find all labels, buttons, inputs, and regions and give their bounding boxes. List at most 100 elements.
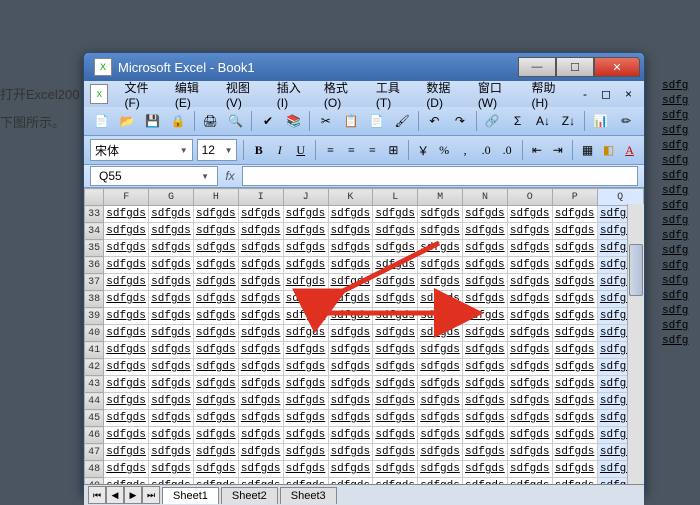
cell[interactable]: sdfgds: [463, 410, 508, 427]
cell[interactable]: sdfgds: [463, 461, 508, 478]
cell[interactable]: sdfgds: [104, 393, 149, 410]
cell[interactable]: sdfgds: [552, 274, 597, 291]
cell[interactable]: sdfgds: [283, 461, 328, 478]
cell[interactable]: sdfgds: [418, 359, 463, 376]
row-header[interactable]: 39: [85, 308, 104, 325]
column-header[interactable]: I: [238, 189, 283, 206]
row-header[interactable]: 45: [85, 410, 104, 427]
cell[interactable]: sdfgds: [328, 478, 373, 485]
vertical-scrollbar[interactable]: [627, 204, 644, 484]
column-header[interactable]: F: [104, 189, 149, 206]
cell[interactable]: sdfgds: [193, 240, 238, 257]
cell[interactable]: sdfgds: [104, 359, 149, 376]
cell[interactable]: sdfgds: [328, 393, 373, 410]
cell[interactable]: sdfgds: [507, 274, 552, 291]
decrease-decimal-button[interactable]: .0: [499, 139, 516, 161]
cell[interactable]: sdfgds: [104, 376, 149, 393]
row-header[interactable]: 37: [85, 274, 104, 291]
cell[interactable]: sdfgds: [193, 308, 238, 325]
sheet-tab[interactable]: Sheet1: [162, 487, 219, 504]
cell[interactable]: sdfgds: [463, 257, 508, 274]
row-header[interactable]: 40: [85, 325, 104, 342]
format-painter-icon[interactable]: 🖌: [390, 109, 413, 133]
cell[interactable]: sdfgds: [463, 291, 508, 308]
cell[interactable]: sdfgds: [373, 257, 418, 274]
cell[interactable]: sdfgds: [149, 376, 194, 393]
tab-nav-last[interactable]: ⏭: [142, 486, 160, 504]
merge-button[interactable]: ⊞: [385, 139, 402, 161]
row-header[interactable]: 34: [85, 223, 104, 240]
cell[interactable]: sdfgds: [238, 308, 283, 325]
cell[interactable]: sdfgds: [193, 359, 238, 376]
column-header[interactable]: Q: [597, 189, 643, 206]
cell[interactable]: sdfgds: [552, 478, 597, 485]
column-header[interactable]: G: [149, 189, 194, 206]
italic-button[interactable]: I: [271, 139, 288, 161]
cell[interactable]: sdfgds: [507, 478, 552, 485]
cell[interactable]: sdfgds: [328, 410, 373, 427]
copy-icon[interactable]: 📋: [340, 109, 363, 133]
cell[interactable]: sdfgds: [149, 206, 194, 223]
cell[interactable]: sdfgds: [463, 444, 508, 461]
cell[interactable]: sdfgds: [507, 444, 552, 461]
cell[interactable]: sdfgds: [238, 444, 283, 461]
cell[interactable]: sdfgds: [373, 376, 418, 393]
cell[interactable]: sdfgds: [552, 376, 597, 393]
research-icon[interactable]: 📚: [282, 109, 305, 133]
column-header[interactable]: M: [418, 189, 463, 206]
scroll-thumb[interactable]: [629, 244, 643, 296]
menu-tools[interactable]: 工具(T): [368, 77, 416, 112]
row-header[interactable]: 48: [85, 461, 104, 478]
menu-window[interactable]: 窗口(W): [470, 77, 522, 112]
cell[interactable]: sdfgds: [507, 308, 552, 325]
hyperlink-icon[interactable]: 🔗: [481, 109, 504, 133]
align-center-button[interactable]: ≡: [343, 139, 360, 161]
cell[interactable]: sdfgds: [104, 410, 149, 427]
cell[interactable]: sdfgds: [418, 410, 463, 427]
cell[interactable]: sdfgds: [507, 342, 552, 359]
cell[interactable]: sdfgds: [283, 393, 328, 410]
cell[interactable]: sdfgds: [104, 478, 149, 485]
cell[interactable]: sdfgds: [283, 342, 328, 359]
increase-decimal-button[interactable]: .0: [478, 139, 495, 161]
cell[interactable]: sdfgds: [418, 223, 463, 240]
close-button[interactable]: ✕: [594, 57, 640, 77]
row-header[interactable]: 49: [85, 478, 104, 485]
row-header[interactable]: 38: [85, 291, 104, 308]
cell[interactable]: sdfgds: [418, 444, 463, 461]
bold-button[interactable]: B: [250, 139, 267, 161]
tab-nav-prev[interactable]: ◀: [106, 486, 124, 504]
menu-edit[interactable]: 编辑(E): [167, 77, 216, 112]
cell[interactable]: sdfgds: [418, 291, 463, 308]
cell[interactable]: sdfgds: [463, 376, 508, 393]
cell[interactable]: sdfgds: [552, 342, 597, 359]
fx-icon[interactable]: fx: [218, 169, 242, 183]
cell[interactable]: sdfgds: [283, 376, 328, 393]
cell[interactable]: sdfgds: [149, 410, 194, 427]
cell[interactable]: sdfgds: [149, 291, 194, 308]
cell[interactable]: sdfgds: [507, 359, 552, 376]
row-header[interactable]: 33: [85, 206, 104, 223]
cell[interactable]: sdfgds: [328, 359, 373, 376]
cell[interactable]: sdfgds: [328, 308, 373, 325]
cell[interactable]: sdfgds: [552, 206, 597, 223]
currency-button[interactable]: ￥: [415, 139, 432, 161]
cell[interactable]: sdfgds: [149, 461, 194, 478]
sheet-tab[interactable]: Sheet2: [221, 487, 278, 504]
font-size-selector[interactable]: 12▼: [197, 139, 238, 161]
cell[interactable]: sdfgds: [373, 342, 418, 359]
cell[interactable]: sdfgds: [104, 223, 149, 240]
cell[interactable]: sdfgds: [328, 427, 373, 444]
cell[interactable]: sdfgds: [328, 257, 373, 274]
cell[interactable]: sdfgds: [373, 478, 418, 485]
cell[interactable]: sdfgds: [283, 410, 328, 427]
column-header[interactable]: K: [328, 189, 373, 206]
cell[interactable]: sdfgds: [418, 342, 463, 359]
formula-input[interactable]: [242, 166, 638, 186]
cell[interactable]: sdfgds: [328, 376, 373, 393]
fill-color-button[interactable]: ◧: [600, 139, 617, 161]
cell[interactable]: sdfgds: [552, 325, 597, 342]
cell[interactable]: sdfgds: [507, 257, 552, 274]
font-selector[interactable]: 宋体▼: [90, 139, 193, 161]
cell[interactable]: sdfgds: [418, 427, 463, 444]
